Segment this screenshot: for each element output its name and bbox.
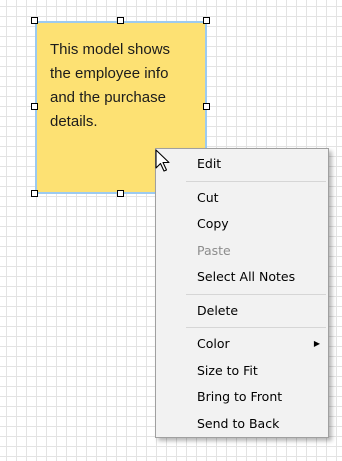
resize-handle-top-left[interactable] (31, 17, 38, 24)
menu-item-cut[interactable]: Cut (156, 185, 328, 212)
resize-handle-middle-right[interactable] (203, 103, 210, 110)
menu-item-label: Edit (197, 156, 222, 171)
resize-handle-middle-left[interactable] (31, 103, 38, 110)
menu-item-label: Delete (197, 302, 239, 318)
menu-item-select-all-notes[interactable]: Select All Notes (156, 264, 328, 291)
resize-handle-bottom-left[interactable] (31, 190, 38, 197)
resize-handle-top-center[interactable] (117, 17, 124, 24)
menu-item-copy[interactable]: Copy (156, 211, 328, 238)
menu-item-label: Copy (197, 216, 229, 231)
menu-separator (186, 327, 326, 328)
menu-separator (186, 293, 326, 295)
menu-item-color[interactable]: Color ▶ (156, 331, 328, 358)
menu-item-delete[interactable]: Delete (156, 298, 328, 325)
menu-separator (186, 180, 326, 182)
menu-item-label: Paste (197, 242, 231, 258)
menu-item-send-to-back[interactable]: Send to Back (156, 411, 328, 438)
menu-item-bring-to-front[interactable]: Bring to Front (156, 384, 328, 411)
menu-item-paste[interactable]: Paste (156, 238, 328, 265)
menu-item-label: Cut (197, 189, 219, 205)
diagram-canvas[interactable]: This model shows the employee info and t… (0, 0, 342, 461)
menu-item-label: Send to Back (197, 415, 280, 431)
chevron-right-icon: ▶ (313, 339, 320, 348)
menu-item-size-to-fit[interactable]: Size to Fit (156, 358, 328, 385)
menu-item-label: Bring to Front (197, 389, 283, 404)
menu-item-edit[interactable]: Edit (156, 151, 328, 178)
menu-item-label: Select All Notes (197, 269, 296, 284)
menu-item-label: Color (197, 336, 230, 351)
resize-handle-top-right[interactable] (203, 17, 210, 24)
menu-item-label: Size to Fit (197, 362, 258, 378)
resize-handle-bottom-center[interactable] (117, 190, 124, 197)
note-text: This model shows the employee info and t… (50, 41, 171, 130)
arrow-cursor-icon (155, 149, 170, 172)
context-menu: Edit Cut Copy Paste Select All Notes Del… (155, 148, 329, 438)
